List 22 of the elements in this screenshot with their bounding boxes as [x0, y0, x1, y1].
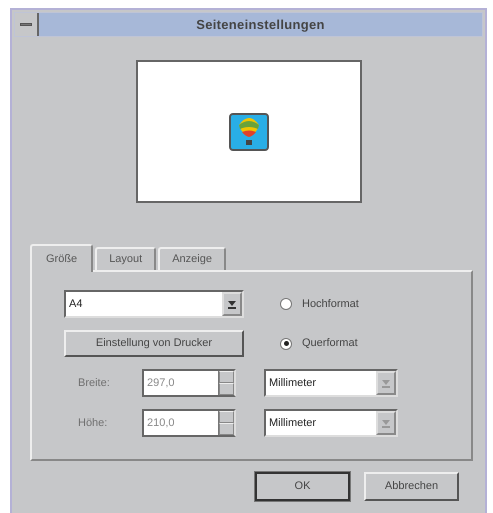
- tab[interactable]: Größe: [30, 244, 94, 272]
- spin-arrows[interactable]: [218, 411, 234, 435]
- field-label: Breite:: [77, 376, 111, 391]
- system-menu-button[interactable]: [15, 13, 39, 36]
- spin-arrows[interactable]: [218, 371, 234, 395]
- ok-button[interactable]: OK: [255, 472, 350, 501]
- radio-option[interactable]: Querformat: [280, 335, 358, 352]
- window-title: Seiteneinstellungen: [195, 16, 326, 34]
- printer-settings-button[interactable]: Einstellung von Drucker: [64, 330, 244, 357]
- dropdown-arrow-icon: [382, 378, 390, 388]
- cancel-button[interactable]: Abbrechen: [364, 472, 459, 501]
- paper-size-dropdown[interactable]: A4: [64, 290, 244, 318]
- dropdown-arrow-icon: [228, 300, 236, 308]
- balloon-icon: [228, 112, 268, 150]
- radio-button[interactable]: [280, 298, 292, 310]
- dropdown-button[interactable]: [222, 292, 242, 316]
- radio-option[interactable]: Hochformat: [280, 296, 359, 312]
- tab[interactable]: Layout: [95, 247, 156, 270]
- dropdown-arrow-icon: [382, 418, 390, 428]
- tab[interactable]: Anzeige: [158, 247, 226, 270]
- radio-button[interactable]: [280, 338, 292, 350]
- field-label: Höhe:: [77, 416, 108, 431]
